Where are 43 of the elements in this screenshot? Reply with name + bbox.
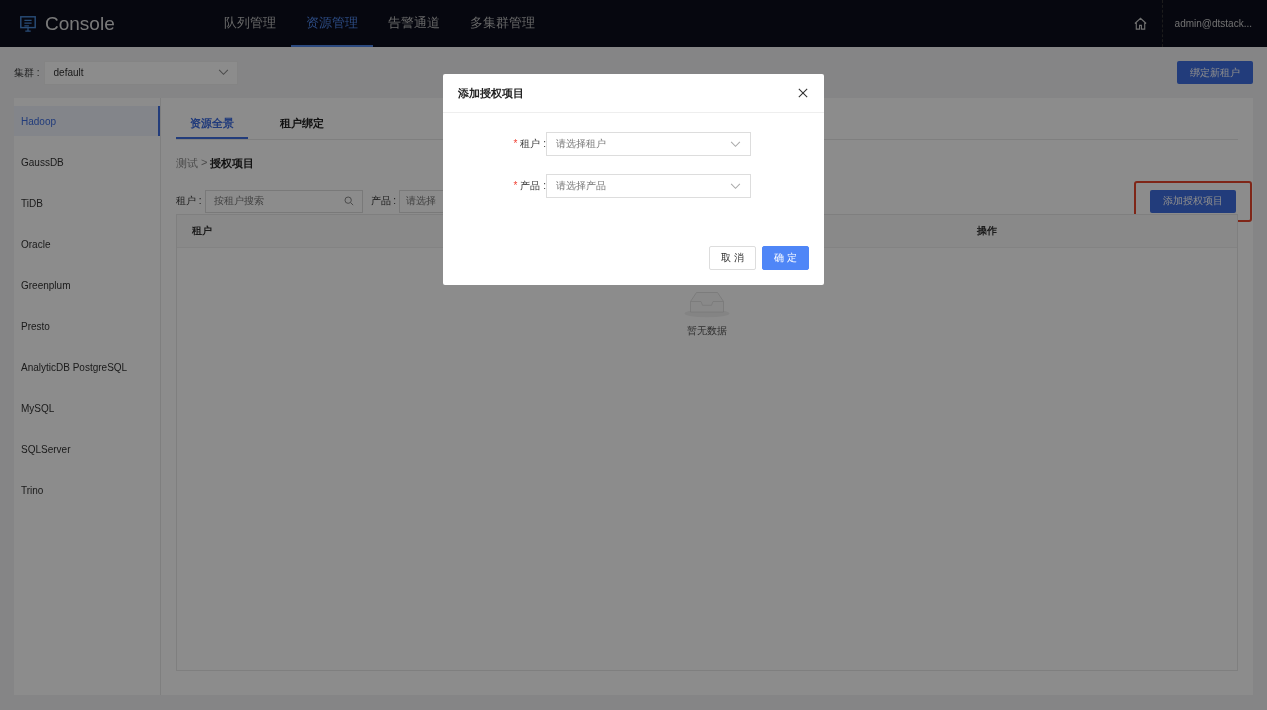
chevron-down-icon (217, 69, 229, 76)
tab[interactable]: 租户绑定 (266, 110, 338, 139)
sidebar-item[interactable]: Presto (14, 311, 160, 341)
monitor-icon (19, 14, 37, 33)
sidebar-item[interactable]: Hadoop (14, 106, 160, 136)
sidebar-item[interactable]: GaussDB (14, 147, 160, 177)
product-filter-label: 产品 : (370, 194, 397, 208)
bind-tenant-button[interactable]: 绑定新租户 (1177, 61, 1253, 84)
tab[interactable]: 资源全景 (176, 110, 248, 139)
nav-tab[interactable]: 队列管理 (209, 0, 291, 47)
app-title: Console (45, 12, 115, 35)
sidebar-item[interactable]: Trino (14, 475, 160, 505)
tenant-search-field[interactable]: 按租户搜索 (204, 189, 363, 213)
nav-tab[interactable]: 告警通道 (373, 0, 455, 47)
sidebar-item[interactable]: MySQL (14, 393, 160, 423)
close-icon[interactable] (798, 88, 808, 98)
nav-tab[interactable]: 多集群管理 (455, 0, 550, 47)
search-icon (343, 196, 354, 206)
user-menu[interactable]: admin@dtstack... (1161, 0, 1267, 47)
confirm-button[interactable]: 确 定 (762, 246, 809, 270)
cancel-button[interactable]: 取 消 (709, 246, 757, 270)
breadcrumb-separator: > (201, 156, 208, 170)
column-header: 租户 (191, 224, 212, 238)
cluster-label: 集群 : (14, 65, 40, 80)
dropdown-field[interactable]: 请选择租户 (546, 132, 751, 156)
sidebar-item[interactable]: SQLServer (14, 434, 160, 464)
sidebar-item[interactable]: AnalyticDB PostgreSQL (14, 352, 160, 382)
chevron-down-icon (730, 182, 741, 190)
dropdown-field[interactable]: 请选择产品 (546, 174, 751, 198)
field-label: * 产品 : (512, 179, 546, 193)
chevron-down-icon (730, 140, 741, 148)
breadcrumb-current: 授权项目 (210, 156, 255, 171)
cluster-select[interactable]: default (43, 60, 238, 85)
dialog-title: 添加授权项目 (458, 85, 524, 101)
sidebar-item[interactable]: TiDB (14, 188, 160, 218)
add-project-button[interactable]: 添加授权项目 (1150, 189, 1236, 213)
tenant-filter-label: 租户 : (176, 194, 202, 208)
field-label: * 租户 : (512, 137, 546, 151)
sidebar-item[interactable]: Oracle (14, 229, 160, 259)
home-icon[interactable] (1132, 16, 1148, 31)
sidebar-item[interactable]: Greenplum (14, 270, 160, 300)
column-header: 操作 (976, 224, 997, 238)
empty-text: 暂无数据 (687, 324, 727, 338)
